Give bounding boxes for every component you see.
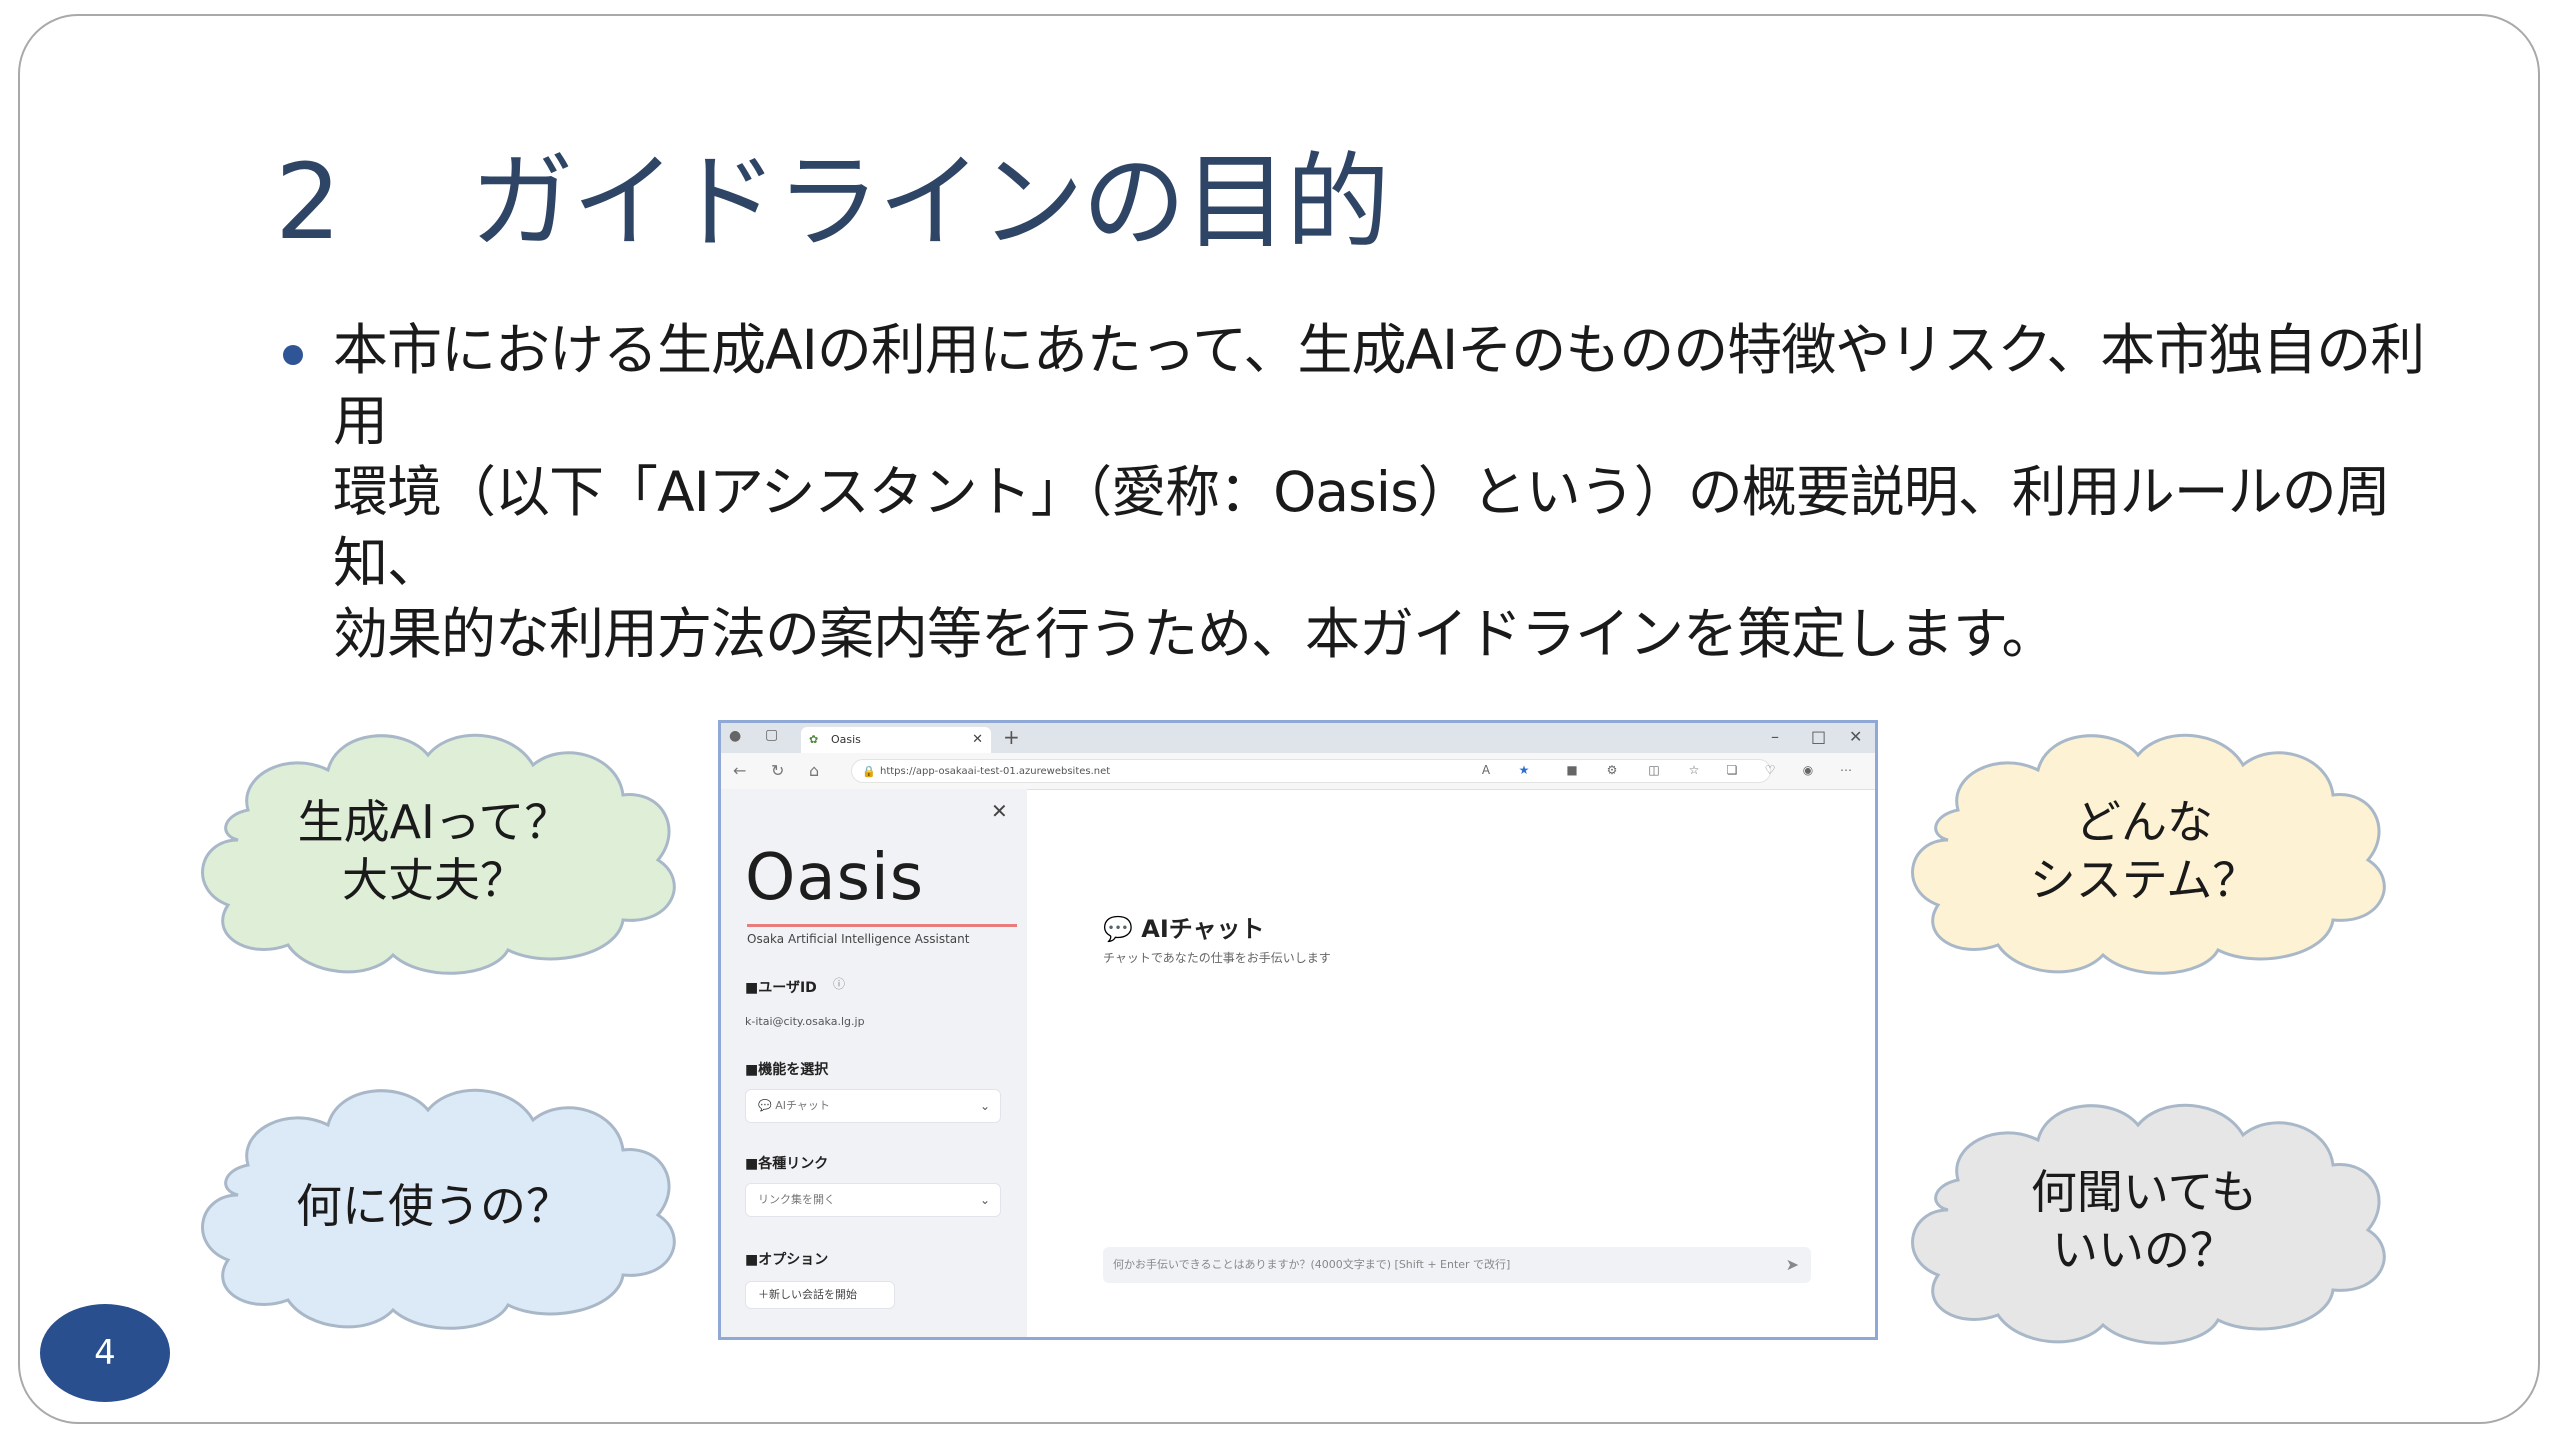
url-field[interactable]: 🔒 https://app-osakaai-test-01.azurewebsi… <box>851 759 1771 783</box>
slide-title: ガイドラインの目的 <box>470 141 1390 263</box>
bullet-text: 本市における生成AIの利用にあたって、生成AIそのものの特徴やリスク、本市独自の… <box>333 318 2425 666</box>
chat-title-text: AIチャット <box>1141 915 1265 943</box>
cloud-text: 何に使うの？ <box>296 1179 572 1233</box>
function-select-label: ■機能を選択 <box>745 1062 829 1078</box>
links-select-value: リンク集を開く <box>758 1193 835 1206</box>
user-id-label: ■ユーザID <box>745 980 817 996</box>
function-select[interactable]: 💬 AIチャット ⌄ <box>745 1089 1001 1123</box>
chat-input-placeholder: 何かお手伝いできることはありますか？(4000文字まで) [Shift + En… <box>1113 1258 1511 1271</box>
favorite-star-icon[interactable]: ★ <box>1517 763 1531 777</box>
browser-screenshot: ● ▢ ✿ Oasis ✕ + – □ ✕ ← ↻ ⌂ 🔒 https://ap… <box>718 720 1878 1340</box>
logo-underline <box>747 924 1017 927</box>
send-icon[interactable]: ➤ <box>1786 1247 1799 1283</box>
cloud-bottom-right: 何聞いても いいの？ <box>1888 1090 2400 1352</box>
back-icon[interactable]: ← <box>733 761 746 780</box>
refresh-icon[interactable]: ↻ <box>771 761 784 780</box>
collections-icon[interactable]: ❏ <box>1725 763 1739 777</box>
home-icon[interactable]: ⌂ <box>809 761 819 780</box>
cloud-text: 生成AIって？ 大丈夫？ <box>297 795 571 907</box>
cloud-top-left: 生成AIって？ 大丈夫？ <box>178 720 690 982</box>
extension-icon[interactable]: ■ <box>1565 763 1579 777</box>
split-screen-icon[interactable]: ◫ <box>1647 763 1661 777</box>
lock-icon: 🔒 <box>862 765 876 778</box>
slide-title-number: 2 <box>275 141 342 263</box>
favorites-icon[interactable]: ☆ <box>1687 763 1701 777</box>
copilot-icon[interactable]: ◉ <box>1801 763 1815 777</box>
chevron-down-icon: ⌄ <box>979 1193 990 1207</box>
tab-title: Oasis <box>831 733 861 746</box>
cloud-top-right: どんな システム？ <box>1888 720 2400 982</box>
settings-icon[interactable]: ⚙ <box>1605 763 1619 777</box>
browser-essentials-icon[interactable]: ♡ <box>1763 763 1777 777</box>
new-chat-button[interactable]: ＋新しい会話を開始 <box>745 1281 895 1309</box>
app-logo: Oasis <box>745 841 925 915</box>
site-favicon-icon: ✿ <box>809 733 819 746</box>
page-number-badge: 4 <box>40 1304 170 1402</box>
logo-subtitle: Osaka Artificial Intelligence Assistant <box>747 932 970 946</box>
app-sidebar: ✕ Oasis Osaka Artificial Intelligence As… <box>721 789 1027 1337</box>
chevron-down-icon: ⌄ <box>979 1099 990 1113</box>
cloud-bottom-left: 何に使うの？ <box>178 1075 690 1337</box>
minimize-icon[interactable]: – <box>1771 727 1779 746</box>
tab-actions-icon[interactable]: ▢ <box>765 727 778 743</box>
cloud-text: 何聞いても いいの？ <box>2030 1165 2258 1277</box>
links-label: ■各種リンク <box>745 1156 829 1172</box>
help-icon[interactable]: ⓘ <box>833 975 845 992</box>
address-bar: ← ↻ ⌂ 🔒 https://app-osakaai-test-01.azur… <box>721 753 1875 790</box>
links-select[interactable]: リンク集を開く ⌄ <box>745 1183 1001 1217</box>
profile-icon[interactable]: ● <box>729 728 741 744</box>
browser-tab[interactable]: ✿ Oasis ✕ <box>801 727 991 753</box>
new-tab-icon[interactable]: + <box>1003 725 1020 749</box>
browser-tab-bar: ● ▢ ✿ Oasis ✕ + – □ ✕ <box>721 723 1875 753</box>
chat-bubble-icon: 💬 <box>758 1099 772 1112</box>
more-menu-icon[interactable]: ⋯ <box>1839 763 1853 777</box>
chat-title: 💬 AIチャット <box>1103 909 1265 944</box>
read-aloud-icon[interactable]: A <box>1479 763 1493 777</box>
cloud-text: どんな システム？ <box>2029 795 2259 907</box>
options-label: ■オプション <box>745 1252 829 1268</box>
sidebar-close-icon[interactable]: ✕ <box>991 799 1008 823</box>
bullet-dot <box>283 345 303 365</box>
function-select-value: AIチャット <box>775 1099 830 1112</box>
user-id-value: k-itai@city.osaka.lg.jp <box>745 1015 865 1028</box>
window-close-icon[interactable]: ✕ <box>1849 727 1862 746</box>
url-text: https://app-osakaai-test-01.azurewebsite… <box>880 766 1111 777</box>
maximize-icon[interactable]: □ <box>1811 727 1826 746</box>
chat-bubble-icon: 💬 <box>1103 915 1133 943</box>
chat-subtitle: チャットであなたの仕事をお手伝いします <box>1103 951 1331 965</box>
chat-input[interactable]: 何かお手伝いできることはありますか？(4000文字まで) [Shift + En… <box>1103 1247 1811 1283</box>
tab-close-icon[interactable]: ✕ <box>972 727 983 753</box>
